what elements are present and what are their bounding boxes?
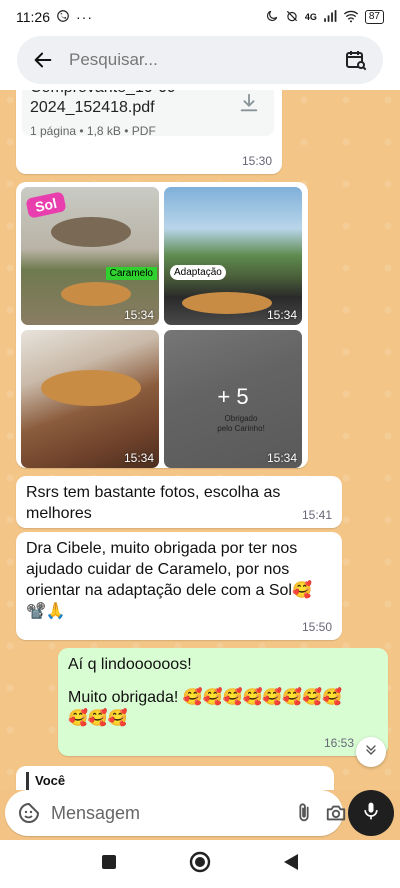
message-text: Dra Cibele, muito obrigada por ter nos a… [26, 540, 312, 620]
system-nav-bar [0, 840, 400, 888]
sticker-icon[interactable] [17, 801, 41, 825]
document-meta: 1 página • 1,8 kB • PDF [30, 124, 156, 138]
media-tile-more[interactable]: + 5 Obrigado pelo Carinho! 15:34 [164, 330, 302, 468]
media-time: 15:34 [123, 451, 154, 465]
status-bar: 11:26 ··· 4G 87 [0, 0, 400, 34]
message-time: 15:30 [241, 154, 272, 168]
reply-author: Você [35, 773, 66, 788]
photo-caption: Obrigado pelo Carinho! [217, 414, 265, 433]
download-icon[interactable] [238, 92, 260, 114]
media-grid: Sol Caramelo 15:34 Adaptação 15:34 15:34… [21, 187, 303, 468]
message-text: Rsrs tem bastante fotos, escolha as melh… [26, 484, 281, 522]
message-text-line1: Aí q lindoooooos! [68, 656, 192, 673]
cat-photo-shape [41, 370, 141, 406]
document-message[interactable]: Comprovante_10-09-2024_152418.pdf 1 pági… [16, 90, 282, 174]
signal-icon [323, 9, 337, 26]
media-tile[interactable]: Adaptação 15:34 [164, 187, 302, 325]
message-input[interactable] [51, 802, 283, 824]
cat-photo-shape [182, 292, 272, 314]
outgoing-message[interactable]: Aí q lindoooooos! Muito obrigada! 🥰🥰🥰🥰🥰🥰… [58, 648, 388, 756]
microphone-icon [361, 801, 381, 826]
document-file-name: Comprovante_10-09-2024_152418.pdf [30, 90, 181, 116]
more-dots-icon: ··· [76, 9, 93, 25]
message-time: 15:41 [301, 508, 332, 522]
photo-label-sol: Sol [25, 191, 67, 219]
more-media-count: + 5 [217, 384, 249, 409]
message-input-container [5, 790, 346, 836]
media-time: 15:34 [266, 308, 297, 322]
message-time: 16:53 [323, 736, 354, 750]
incoming-message[interactable]: Dra Cibele, muito obrigada por ter nos a… [16, 532, 342, 640]
chat-area[interactable]: Comprovante_10-09-2024_152418.pdf 1 pági… [0, 90, 400, 790]
media-tile[interactable]: 15:34 [21, 330, 159, 468]
photo-label-caramelo: Caramelo [105, 267, 157, 280]
camera-icon[interactable] [325, 800, 347, 826]
search-bar [17, 36, 383, 84]
network-label: 4G [304, 12, 317, 22]
microphone-button[interactable] [348, 790, 394, 836]
chevrons-down-icon [363, 742, 379, 763]
recents-square-icon[interactable] [101, 854, 117, 875]
whatsapp-icon [56, 9, 70, 26]
battery-icon: 87 [364, 10, 384, 24]
calendar-search-icon[interactable] [343, 47, 369, 73]
media-time: 15:34 [123, 308, 154, 322]
message-text-line2: Muito obrigada! 🥰🥰🥰🥰🥰🥰🥰🥰🥰🥰🥰 [68, 689, 343, 727]
message-time: 15:50 [301, 620, 332, 634]
media-time: 15:34 [266, 451, 297, 465]
arrow-left-icon[interactable] [31, 48, 55, 72]
wifi-icon [343, 9, 359, 26]
incoming-message[interactable]: Rsrs tem bastante fotos, escolha as melh… [16, 476, 342, 528]
media-tile[interactable]: Sol Caramelo 15:34 [21, 187, 159, 325]
scroll-down-button[interactable] [356, 737, 386, 767]
paperclip-icon[interactable] [293, 800, 315, 826]
search-input[interactable] [69, 50, 343, 70]
reply-preview-message[interactable]: Você [16, 766, 334, 790]
message-compose-bar [0, 790, 400, 840]
moon-icon [265, 9, 279, 26]
alarm-off-icon [285, 9, 299, 26]
document-card[interactable]: Comprovante_10-09-2024_152418.pdf 1 pági… [22, 90, 274, 138]
media-album-message[interactable]: Sol Caramelo 15:34 Adaptação 15:34 15:34… [16, 182, 308, 468]
cat-photo-shape [61, 282, 131, 306]
home-circle-icon[interactable] [189, 851, 211, 878]
cat-photo-shape [51, 217, 131, 247]
search-header [0, 34, 400, 90]
back-triangle-icon[interactable] [283, 853, 299, 876]
photo-label-adaptacao: Adaptação [170, 265, 226, 280]
status-time: 11:26 [16, 9, 50, 25]
